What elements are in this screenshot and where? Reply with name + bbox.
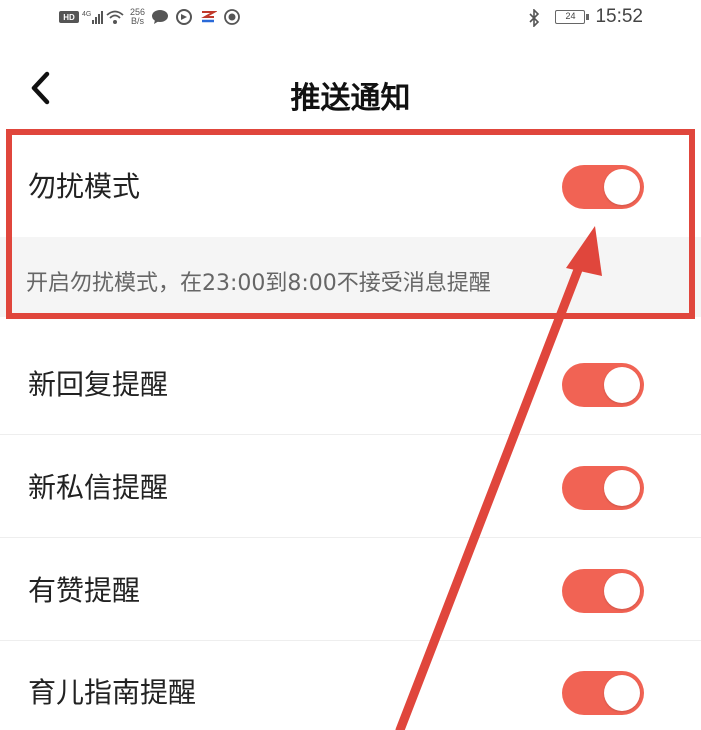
app-icon-2 bbox=[223, 9, 241, 25]
divider bbox=[0, 640, 701, 641]
settings-row-parenting-guide: 育儿指南提醒 bbox=[0, 643, 701, 730]
wifi-icon bbox=[106, 9, 124, 25]
settings-row-likes: 有赞提醒 bbox=[0, 541, 701, 641]
browser-icon bbox=[175, 9, 193, 25]
toggle-knob bbox=[604, 169, 640, 205]
parenting-guide-label: 育儿指南提醒 bbox=[28, 676, 197, 709]
toggle-knob bbox=[604, 675, 640, 711]
settings-row-new-reply: 新回复提醒 bbox=[0, 335, 701, 435]
divider bbox=[0, 434, 701, 435]
status-icons-right: 24 15:52 bbox=[527, 6, 643, 28]
hd-icon: HD bbox=[58, 9, 79, 25]
toggle-knob bbox=[604, 470, 640, 506]
parenting-guide-toggle[interactable] bbox=[562, 671, 644, 715]
settings-row-new-message: 新私信提醒 bbox=[0, 438, 701, 538]
toggle-knob bbox=[604, 573, 640, 609]
settings-row-dnd: 勿扰模式 bbox=[0, 137, 701, 237]
new-message-toggle[interactable] bbox=[562, 466, 644, 510]
signal-icon: 4G bbox=[82, 9, 103, 25]
status-bar: HD 4G 256 B/s 24 15:52 bbox=[0, 0, 701, 40]
network-speed-unit: B/s bbox=[131, 16, 145, 26]
new-message-label: 新私信提醒 bbox=[28, 471, 169, 504]
status-icons-left: HD 4G 256 B/s bbox=[58, 8, 241, 26]
nav-bar: 推送通知 bbox=[0, 55, 701, 125]
app-icon bbox=[199, 9, 218, 25]
svg-text:HD: HD bbox=[63, 13, 75, 22]
bluetooth-icon bbox=[527, 8, 545, 28]
dnd-label: 勿扰模式 bbox=[28, 170, 141, 203]
dnd-toggle[interactable] bbox=[562, 165, 644, 209]
network-speed: 256 B/s bbox=[130, 8, 145, 26]
dnd-description: 开启勿扰模式，在23:00到8:00不接受消息提醒 bbox=[26, 271, 491, 296]
page-title: 推送通知 bbox=[290, 81, 411, 116]
svg-text:4G: 4G bbox=[82, 11, 91, 18]
new-reply-toggle[interactable] bbox=[562, 363, 644, 407]
divider bbox=[0, 537, 701, 538]
new-reply-label: 新回复提醒 bbox=[28, 368, 169, 401]
dnd-description-row: 开启勿扰模式，在23:00到8:00不接受消息提醒 bbox=[0, 237, 701, 317]
likes-toggle[interactable] bbox=[562, 569, 644, 613]
message-icon bbox=[151, 9, 169, 25]
toggle-knob bbox=[604, 367, 640, 403]
battery-indicator: 24 bbox=[555, 10, 590, 24]
likes-label: 有赞提醒 bbox=[28, 574, 141, 607]
status-time: 15:52 bbox=[595, 6, 643, 27]
